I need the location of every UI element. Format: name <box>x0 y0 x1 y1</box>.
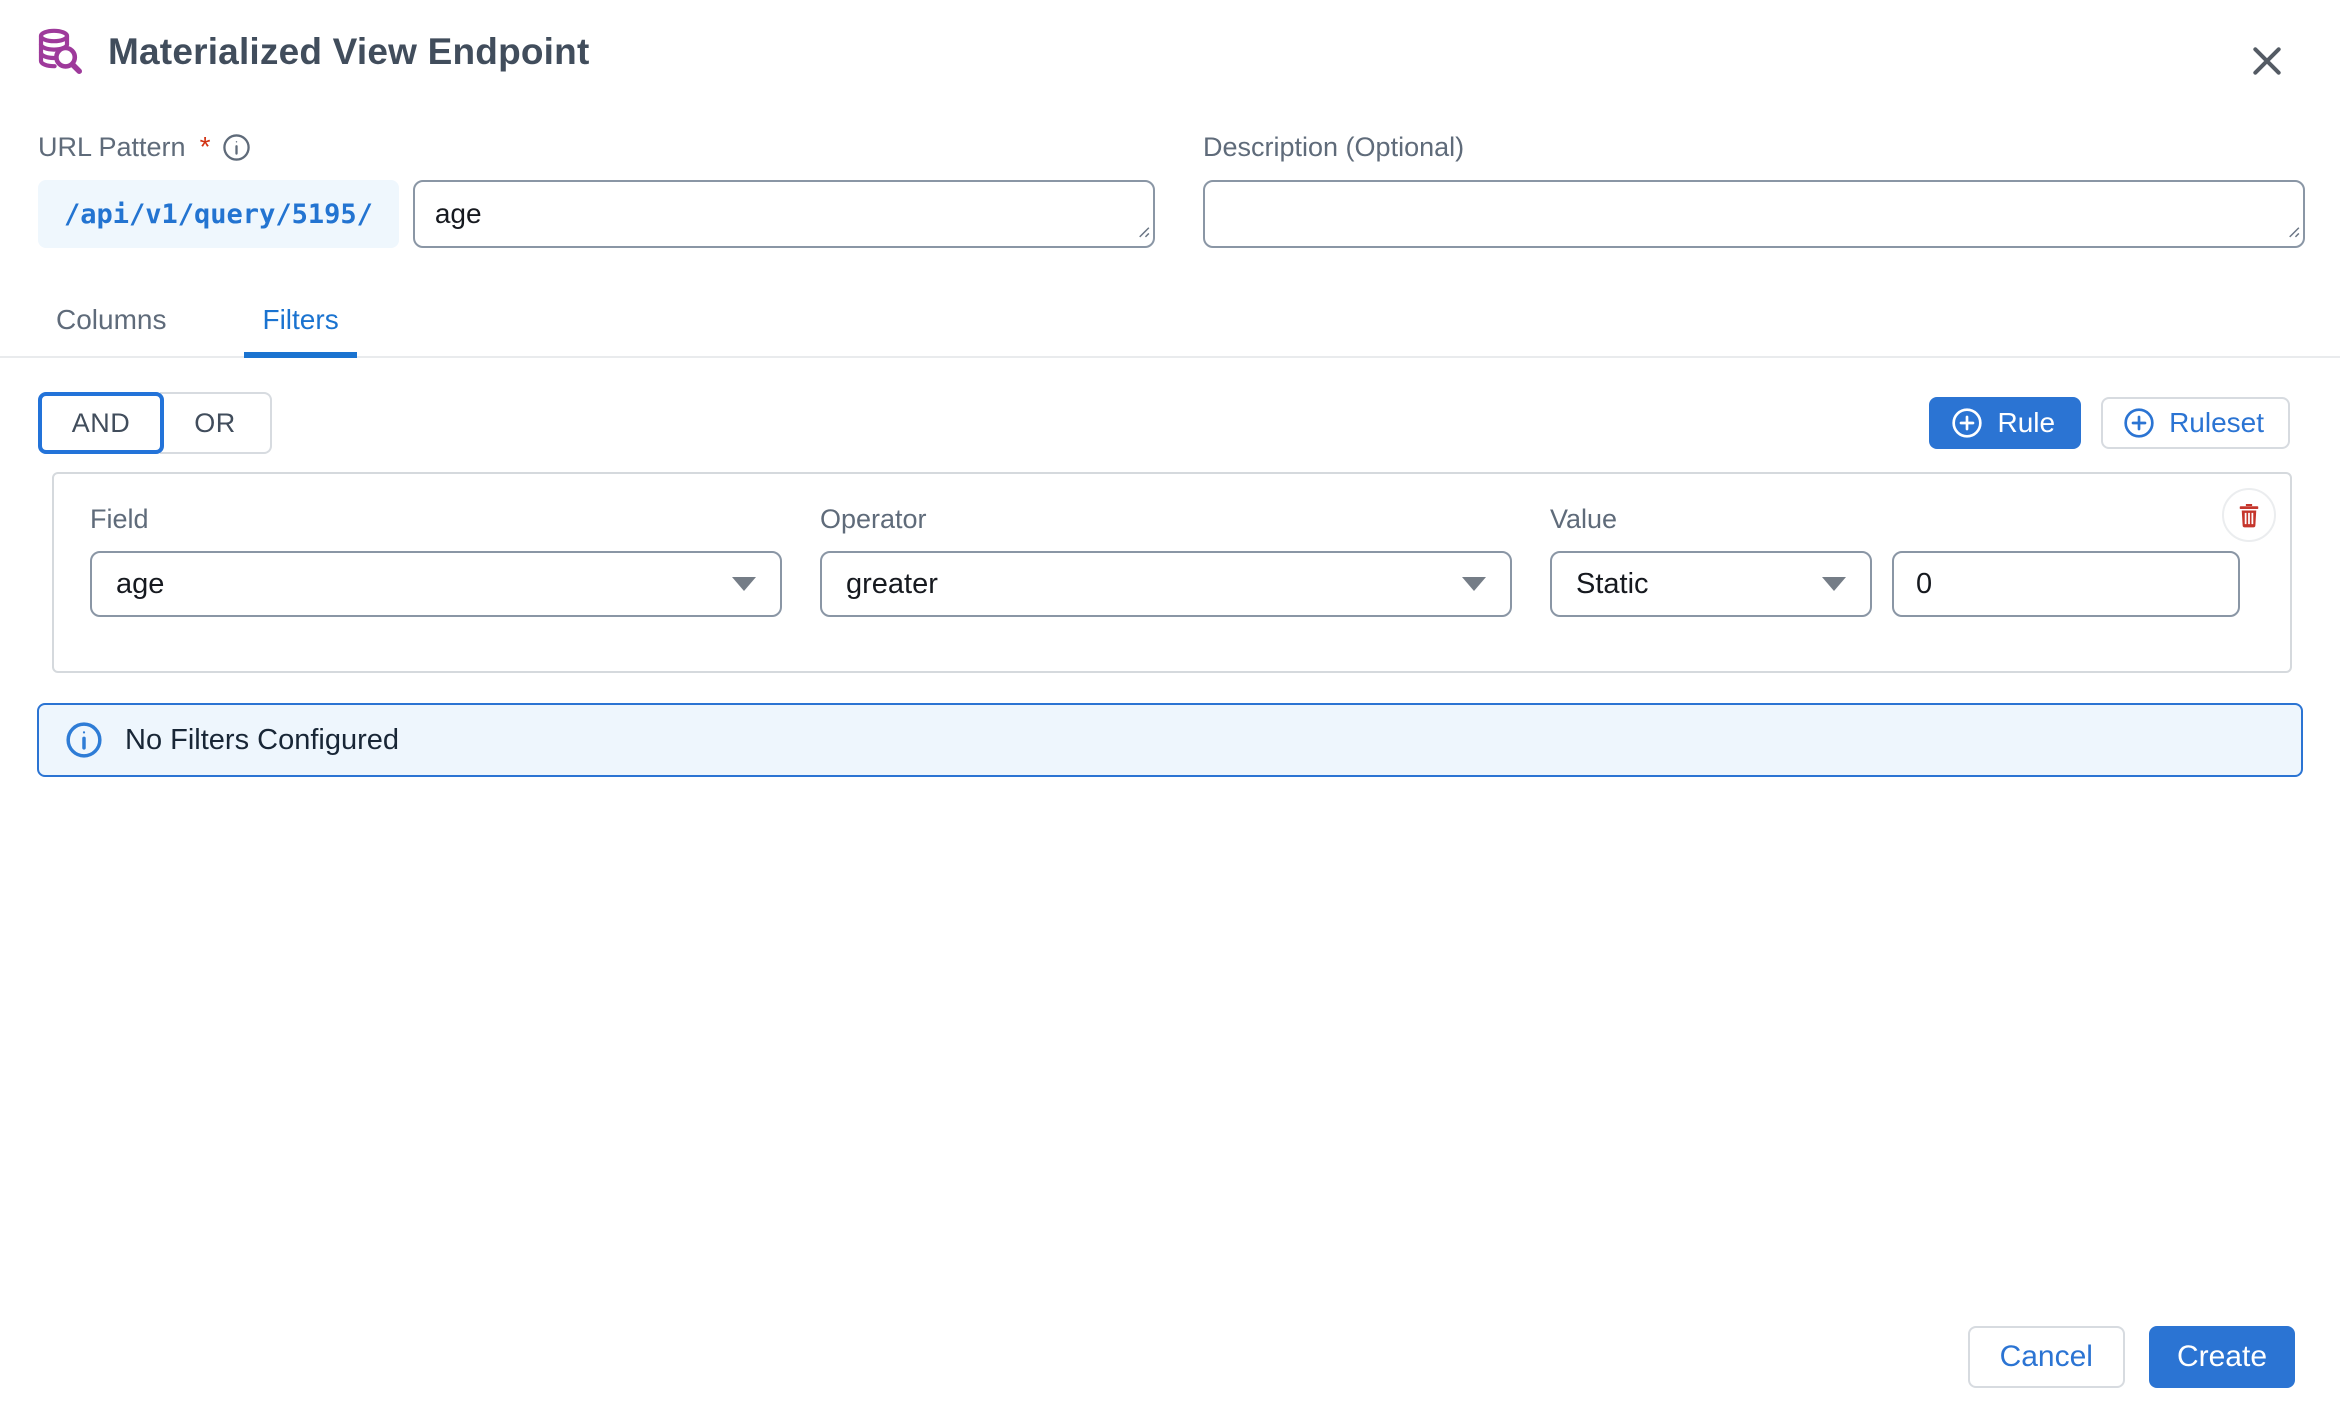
operator-select-value: greater <box>846 568 938 601</box>
caret-down-icon <box>1462 577 1486 591</box>
field-select-value: age <box>116 568 164 601</box>
add-ruleset-label: Ruleset <box>2169 407 2264 439</box>
url-pattern-label: URL Pattern <box>38 132 186 163</box>
combinator-or-button[interactable]: OR <box>160 392 272 454</box>
plus-circle-icon <box>2123 407 2155 439</box>
operator-label: Operator <box>820 504 1512 535</box>
description-label: Description (Optional) <box>1203 132 1464 163</box>
rule-field-column: Field age <box>90 504 782 617</box>
close-icon[interactable] <box>2246 40 2288 82</box>
no-filters-alert-text: No Filters Configured <box>125 724 399 757</box>
required-asterisk: * <box>200 131 211 163</box>
url-pattern-input[interactable]: age <box>413 180 1155 248</box>
no-filters-alert: No Filters Configured <box>37 703 2303 777</box>
operator-select[interactable]: greater <box>820 551 1512 617</box>
filters-toolbar: AND OR Rule Ruleset <box>38 392 2290 454</box>
combinator-and-button[interactable]: AND <box>38 392 164 454</box>
field-select[interactable]: age <box>90 551 782 617</box>
url-pattern-prefix: /api/v1/query/5195/ <box>38 180 399 248</box>
combinator-toggle: AND OR <box>38 392 272 454</box>
resize-handle-icon[interactable] <box>1134 222 1150 243</box>
create-button[interactable]: Create <box>2149 1326 2295 1388</box>
add-rule-label: Rule <box>1997 407 2055 439</box>
dialog-footer: Cancel Create <box>1968 1326 2295 1388</box>
field-label: Field <box>90 504 782 535</box>
caret-down-icon <box>1822 577 1846 591</box>
resize-handle-icon[interactable] <box>2284 222 2300 243</box>
value-label: Value <box>1550 504 2240 535</box>
info-icon <box>65 721 103 759</box>
value-type-select[interactable]: Static <box>1550 551 1872 617</box>
add-rule-button[interactable]: Rule <box>1929 397 2081 449</box>
caret-down-icon <box>732 577 756 591</box>
filter-rule-card: Field age Operator greater Value Static <box>52 472 2292 673</box>
delete-rule-button[interactable] <box>2222 488 2276 542</box>
tab-filters[interactable]: Filters <box>244 298 356 356</box>
cancel-button[interactable]: Cancel <box>1968 1326 2125 1388</box>
tab-columns[interactable]: Columns <box>38 298 184 356</box>
endpoint-form-row: URL Pattern * /api/v1/query/5195/ age <box>0 130 2340 248</box>
tab-bar: Columns Filters <box>0 298 2340 358</box>
description-input[interactable] <box>1203 180 2305 248</box>
rule-operator-column: Operator greater <box>820 504 1512 617</box>
value-input[interactable] <box>1892 551 2240 617</box>
trash-icon <box>2234 500 2264 530</box>
rule-value-column: Value Static <box>1550 504 2240 617</box>
dialog-title: Materialized View Endpoint <box>108 31 590 73</box>
info-icon[interactable] <box>222 133 251 162</box>
dialog-header: Materialized View Endpoint <box>0 0 2340 78</box>
plus-circle-icon <box>1951 407 1983 439</box>
materialized-view-database-search-icon <box>34 26 84 78</box>
add-ruleset-button[interactable]: Ruleset <box>2101 397 2290 449</box>
value-type-select-value: Static <box>1576 568 1649 601</box>
